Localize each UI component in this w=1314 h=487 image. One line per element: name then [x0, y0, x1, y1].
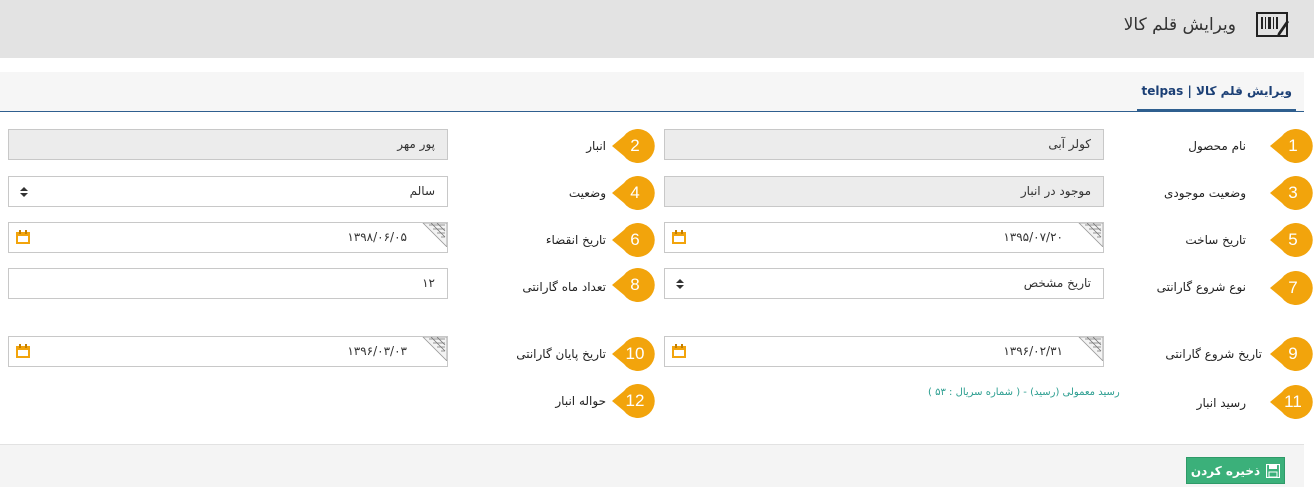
marker-11: 11 [1270, 385, 1314, 419]
product-name-value: کولر آبی [1048, 137, 1091, 151]
label-warranty-start-date: تاریخ شروع گارانتی [1165, 347, 1262, 361]
label-condition: وضعیت [568, 186, 606, 200]
label-manufacture-date: تاریخ ساخت [1185, 233, 1246, 247]
calendar-icon[interactable] [15, 344, 31, 359]
warranty-end-date-value: ۱۳۹۶/۰۳/۰۳ [347, 344, 407, 358]
condition-select[interactable]: سالم [8, 176, 448, 207]
warranty-start-date-field[interactable]: ۱۳۹۶/۰۲/۳۱ [664, 336, 1104, 367]
barcode-icon [1256, 12, 1289, 37]
calendar-icon[interactable] [671, 344, 687, 359]
select-arrows-icon [676, 279, 684, 289]
form-footer [0, 444, 1304, 487]
save-button[interactable]: ذخیره کردن [1186, 457, 1285, 484]
manufacture-date-value: ۱۳۹۵/۰۷/۲۰ [1003, 230, 1063, 244]
calendar-grid-icon [422, 223, 447, 247]
product-name-field[interactable]: کولر آبی [664, 129, 1104, 160]
marker-5: 5 [1270, 223, 1314, 257]
warehouse-receipt-link[interactable]: رسید معمولی (رسید) - ( شماره سریال : ۵۳ … [928, 387, 1120, 398]
label-warehouse-receipt: رسید انبار [1196, 396, 1246, 410]
marker-10: 10 [612, 337, 658, 371]
floppy-disk-icon [1266, 463, 1281, 478]
warranty-end-date-field[interactable]: ۱۳۹۶/۰۳/۰۳ [8, 336, 448, 367]
marker-8: 8 [612, 268, 658, 302]
label-warehouse: انبار [586, 139, 606, 153]
marker-2: 2 [612, 129, 658, 163]
marker-6: 6 [612, 223, 658, 257]
warehouse-field[interactable]: پور مهر [8, 129, 448, 160]
save-button-label: ذخیره کردن [1190, 463, 1261, 478]
manufacture-date-field[interactable]: ۱۳۹۵/۰۷/۲۰ [664, 222, 1104, 253]
page-title: ویرایش قلم کالا [1123, 15, 1236, 35]
marker-3: 3 [1270, 176, 1314, 210]
marker-9: 9 [1270, 337, 1314, 371]
calendar-grid-icon [1078, 337, 1103, 361]
label-warranty-start-type: نوع شروع گارانتی [1156, 280, 1246, 294]
label-product-name: نام محصول [1188, 139, 1246, 153]
select-arrows-icon [20, 187, 28, 197]
tab-edit-item[interactable]: ویرایش قلم کالا | telpas [1137, 72, 1296, 112]
label-warehouse-transfer: حواله انبار [555, 394, 606, 408]
calendar-grid-icon [422, 337, 447, 361]
warehouse-value: پور مهر [397, 137, 435, 151]
warranty-start-date-value: ۱۳۹۶/۰۲/۳۱ [1003, 344, 1063, 358]
calendar-grid-icon [1078, 223, 1103, 247]
warranty-months-field[interactable]: ۱۲ [8, 268, 448, 299]
expiry-date-field[interactable]: ۱۳۹۸/۰۶/۰۵ [8, 222, 448, 253]
label-expiry-date: تاریخ انقضاء [545, 233, 606, 247]
marker-7: 7 [1270, 271, 1314, 305]
calendar-icon[interactable] [671, 230, 687, 245]
tab-strip: ویرایش قلم کالا | telpas [0, 72, 1304, 112]
calendar-icon[interactable] [15, 230, 31, 245]
marker-12: 12 [612, 384, 658, 418]
label-warranty-months: تعداد ماه گارانتی [522, 280, 606, 294]
stock-status-field[interactable]: موجود در انبار [664, 176, 1104, 207]
warranty-months-value: ۱۲ [422, 276, 435, 290]
warranty-start-type-value: تاریخ مشخص [1023, 276, 1091, 290]
stock-status-value: موجود در انبار [1020, 184, 1091, 198]
warranty-start-type-select[interactable]: تاریخ مشخص [664, 268, 1104, 299]
marker-1: 1 [1270, 129, 1314, 163]
page-header: ویرایش قلم کالا [0, 0, 1314, 58]
condition-value: سالم [409, 184, 435, 198]
label-stock-status: وضعیت موجودی [1164, 186, 1246, 200]
expiry-date-value: ۱۳۹۸/۰۶/۰۵ [347, 230, 407, 244]
marker-4: 4 [612, 176, 658, 210]
label-warranty-end-date: تاریخ پایان گارانتی [516, 347, 606, 361]
